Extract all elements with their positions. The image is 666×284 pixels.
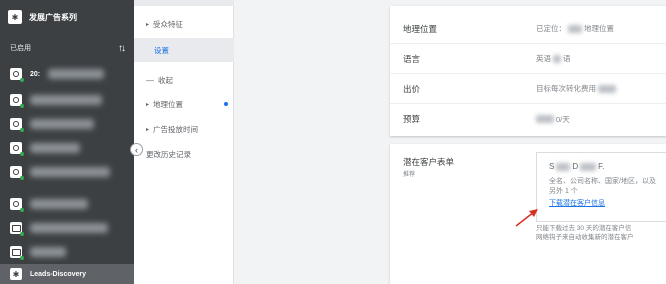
redacted-text [30, 247, 66, 257]
search-campaign-icon [10, 198, 24, 212]
expand-arrow-icon: ▸ [146, 101, 150, 108]
subnav-item-history[interactable]: 更改历史记录 [134, 142, 234, 166]
annotation-arrow-icon [515, 209, 538, 227]
subnav-item-label: 受众特征 [153, 19, 184, 29]
sort-icon[interactable]: ↑↓ [118, 43, 126, 54]
lead-form-card: 潜在客户表单 推荐 S D F. 全名、公司名称、国家/地区，以及另外 1 个 下载… [390, 144, 666, 284]
setting-value: 0/天 [536, 114, 570, 125]
setting-key: 语言 [403, 53, 421, 64]
setting-row-budget[interactable]: 预算 0/天 [390, 104, 666, 134]
sidebar-item-campaign-1[interactable]: 20: [0, 62, 134, 86]
lead-download-note: 只能下载过去 30 天的潜在客户信 网络钩子来自动收集新的潜在客户 [536, 225, 634, 241]
subnav-item-geo[interactable]: ▸ 地理位置 [134, 92, 234, 116]
subnav-item-schedule[interactable]: ▸ 广告投放时间 [134, 117, 234, 141]
search-campaign-icon [10, 94, 24, 108]
search-campaign-icon [10, 166, 24, 180]
sidebar-item-campaign-6[interactable] [0, 192, 134, 216]
discovery-campaign-icon [10, 268, 22, 280]
subnav-item-label: 地理位置 [153, 99, 184, 109]
sidebar-item-campaign-3[interactable] [0, 112, 134, 136]
redacted-text [48, 69, 105, 79]
redacted-text [30, 199, 88, 209]
page-subnav: ▸ 受众特征 设置 — 收起 ▸ 地理位置 ▸ 广告投放时间 更改历史记录 [134, 0, 234, 284]
lead-form-subtitle: 推荐 [403, 172, 416, 178]
display-campaign-icon [10, 222, 24, 236]
search-campaign-icon [10, 118, 24, 132]
collapse-sidebar-icon[interactable]: ‹ [130, 143, 143, 156]
lead-form-name: S D F. [549, 162, 605, 171]
subnav-item-label: 广告投放时间 [153, 124, 199, 134]
setting-row-location[interactable]: 地理位置 已定位： 地理位置 [390, 14, 666, 44]
lead-form-fields: 全名、公司名称、国家/地区，以及另外 1 个 [549, 178, 656, 195]
redacted-text [30, 119, 94, 129]
download-leads-link[interactable]: 下载潜在客户信息 [549, 198, 666, 208]
subnav-item-audience[interactable]: ▸ 受众特征 [134, 12, 234, 36]
redacted-text [30, 143, 80, 153]
sidebar-item-leads-discovery[interactable]: Leads-Discovery [0, 264, 134, 284]
setting-key: 出价 [403, 83, 421, 94]
redacted-text [30, 223, 108, 233]
main-content: 地理位置 已定位： 地理位置 语言 英语语 出价 目标每次转化费用 预算 0/天 … [234, 0, 666, 284]
sidebar-header-title: 发展广告系列 [29, 12, 77, 22]
setting-row-language[interactable]: 语言 英语语 [390, 44, 666, 74]
setting-key: 预算 [403, 114, 421, 124]
enabled-filter: 已启用 ↑↓ [0, 34, 134, 62]
expand-arrow-icon: ▸ [146, 21, 150, 28]
sidebar-item-campaign-7[interactable] [0, 216, 134, 240]
status-dot [224, 102, 228, 106]
expand-arrow-icon: ▸ [146, 126, 150, 133]
setting-row-bidding[interactable]: 出价 目标每次转化费用 [390, 74, 666, 104]
enabled-label: 已启用 [10, 45, 31, 52]
subnav-item-label: 设置 [154, 45, 169, 55]
sidebar-item-label: Leads-Discovery [30, 270, 87, 278]
setting-value: 目标每次转化费用 [536, 83, 616, 94]
setting-key: 地理位置 [403, 23, 438, 34]
redacted-text [30, 95, 102, 105]
sidebar-header[interactable]: ✱ 发展广告系列 [0, 0, 134, 34]
setting-value: 已定位： 地理位置 [536, 24, 614, 33]
redacted-text [30, 167, 110, 177]
sidebar-item-label: 20: [30, 70, 41, 78]
subnav-top-bar [134, 0, 234, 6]
campaign-sidebar: ✱ 发展广告系列 已启用 ↑↓ 20: Leads-Discover [0, 0, 134, 284]
sidebar-item-campaign-2[interactable] [0, 88, 134, 112]
search-campaign-icon [10, 68, 24, 82]
minus-icon: — [146, 75, 154, 85]
search-campaign-icon [10, 142, 24, 156]
sidebar-item-campaign-4[interactable] [0, 136, 134, 160]
lead-form-title: 潜在客户表单 [403, 157, 455, 167]
subnav-item-settings[interactable]: 设置 [134, 38, 234, 62]
subnav-item-label: 收起 [158, 75, 173, 85]
lead-form-summary: S D F. 全名、公司名称、国家/地区，以及另外 1 个 下载潜在客户信息 [536, 152, 666, 222]
subnav-collapse[interactable]: — 收起 [134, 68, 234, 92]
setting-value: 英语语 [536, 54, 571, 63]
sidebar-item-campaign-8[interactable] [0, 240, 134, 264]
display-campaign-icon [10, 246, 24, 260]
sidebar-item-campaign-5[interactable] [0, 160, 134, 184]
settings-card: 地理位置 已定位： 地理位置 语言 英语语 出价 目标每次转化费用 预算 0/天 [390, 6, 666, 136]
campaign-type-icon: ✱ [8, 10, 22, 24]
subnav-item-label: 更改历史记录 [146, 149, 191, 159]
